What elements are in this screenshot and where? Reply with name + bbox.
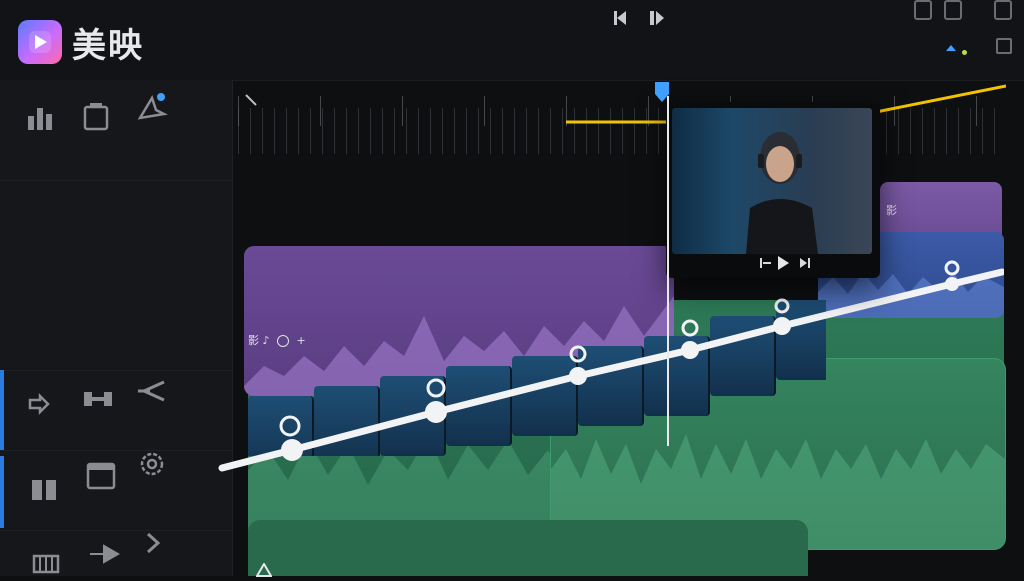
- step-forward-icon[interactable]: [648, 8, 666, 33]
- logo-play-icon: [29, 31, 51, 53]
- magic-cursor-icon[interactable]: [134, 92, 168, 130]
- active-track-indicator: [0, 456, 4, 528]
- status-dot: [962, 50, 967, 55]
- speed-curve[interactable]: [218, 250, 1004, 480]
- top-bar: [0, 0, 1024, 81]
- preview-frame: [672, 108, 872, 254]
- keyframe-marker: [774, 298, 790, 314]
- chevron-right-icon[interactable]: [140, 530, 166, 560]
- play-icon[interactable]: [776, 255, 790, 275]
- split-icon[interactable]: [82, 386, 114, 416]
- person-icon: [746, 132, 818, 254]
- keyframe-marker: [279, 415, 301, 437]
- preview-controls: [672, 256, 872, 276]
- playhead-line[interactable]: [667, 96, 669, 446]
- settings-icon[interactable]: [996, 38, 1012, 54]
- gear-icon[interactable]: [138, 450, 166, 482]
- app-logo: [18, 20, 62, 64]
- grid-icon[interactable]: [32, 550, 62, 578]
- keyframe-marker: [944, 260, 960, 276]
- window-icon[interactable]: [914, 0, 932, 20]
- keyframe-handle: [569, 367, 587, 385]
- toolbar-row: [0, 180, 232, 371]
- keyframe-handle: [945, 277, 959, 291]
- keyframe-handle: [281, 439, 303, 461]
- step-back-icon[interactable]: [612, 8, 630, 33]
- columns-icon[interactable]: [30, 476, 58, 508]
- window-icon[interactable]: [944, 0, 962, 20]
- keyframe-marker: [681, 319, 699, 337]
- keyframe-marker: [569, 345, 587, 363]
- frame-forward-icon[interactable]: [798, 256, 812, 274]
- pointer-icon[interactable]: [244, 92, 258, 111]
- active-track-indicator: [0, 370, 4, 450]
- mic-icon[interactable]: [944, 40, 958, 54]
- keyframe-handle: [425, 401, 447, 423]
- keyframe-handle: [773, 317, 791, 335]
- bar-chart-icon[interactable]: [26, 104, 54, 136]
- window-icon[interactable]: [994, 0, 1012, 20]
- audio-clip[interactable]: [248, 520, 808, 576]
- warning-icon: [255, 562, 273, 581]
- playhead-handle[interactable]: [654, 82, 670, 102]
- frame-icon[interactable]: [86, 460, 116, 494]
- back-arrow-icon[interactable]: [136, 378, 166, 408]
- frame-back-icon[interactable]: [758, 256, 772, 274]
- send-icon[interactable]: [88, 540, 121, 572]
- keyframe-marker: [426, 378, 446, 398]
- keyframe-handle: [681, 341, 699, 359]
- app-name: 美映: [72, 26, 144, 66]
- crop-icon[interactable]: [82, 102, 110, 136]
- undo-clip-icon[interactable]: [26, 392, 56, 424]
- clip-label-text: 影: [886, 204, 897, 217]
